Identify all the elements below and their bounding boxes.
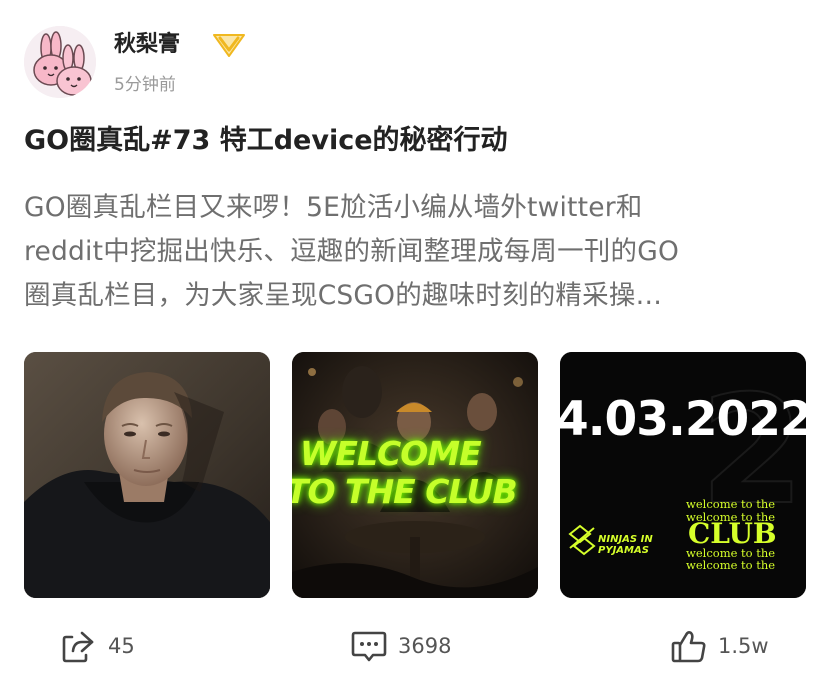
welcome-text: WELCOME [300, 434, 482, 473]
thumbs-up-icon [671, 631, 706, 663]
comment-icon [351, 631, 387, 662]
nip-logo-line2: PYJAMAS [598, 545, 649, 556]
like-button[interactable]: 1.5w [670, 624, 769, 668]
excerpt-line: 圈真乱栏目，为大家呈现CSGO的趣味时刻的精采操… [24, 280, 663, 311]
share-icon [62, 631, 94, 663]
post-title[interactable]: GO圈真乱#73 特工device的秘密行动 [24, 122, 804, 160]
player-portrait-image[interactable] [24, 352, 270, 598]
bunny-avatar-icon[interactable] [24, 26, 96, 98]
share-count: 45 [108, 634, 135, 658]
comment-count: 3698 [398, 634, 452, 658]
like-count: 1.5w [718, 634, 769, 658]
comment-button[interactable]: 3698 [350, 624, 451, 668]
feed-post[interactable]: 秋梨膏 5分钟前 GO圈真乱#73 特工device的秘密行动 GO圈真乱栏目又… [0, 0, 828, 692]
excerpt-line: GO圈真乱栏目又来啰！5E尬活小编从墙外twitter和 [24, 192, 643, 223]
welcome-small-text: welcome to the [686, 497, 776, 511]
nip-announcement-image[interactable]: 22 4.03.2022 NINJAS IN PYJAMAS welcome t… [560, 352, 806, 598]
welcome-small-text: welcome to the [686, 558, 776, 572]
club-text: CLUB [688, 517, 777, 550]
author-name[interactable]: 秋梨膏 [114, 31, 180, 59]
team-group-image[interactable]: WELCOME TO THE CLUB [292, 352, 538, 598]
post-excerpt[interactable]: GO圈真乱栏目又来啰！5E尬活小编从墙外twitter和 reddit中挖掘出快… [24, 186, 806, 318]
to-the-club-text: TO THE CLUB [292, 472, 518, 511]
share-button[interactable]: 45 [60, 624, 135, 668]
announcement-date: 4.03.2022 [560, 392, 806, 447]
post-timestamp: 5分钟前 [114, 75, 176, 95]
nip-logo-text: NINJAS IN PYJAMAS [598, 534, 653, 556]
nip-logo-line1: NINJAS IN [598, 534, 653, 545]
excerpt-line: reddit中挖掘出快乐、逗趣的新闻整理成每周一刊的GO [24, 236, 680, 267]
verified-v-icon [212, 32, 246, 58]
